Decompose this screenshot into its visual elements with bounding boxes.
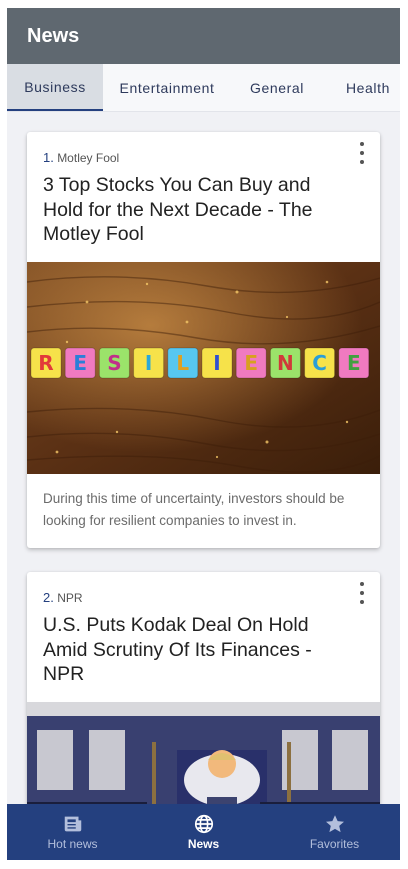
app-bar: News (7, 8, 400, 64)
letter-block: E (235, 347, 267, 378)
article-list: 1. Motley Fool 3 Top Stocks You Can Buy … (7, 112, 400, 804)
tab-label: Health (345, 79, 391, 96)
svg-text:I: I (213, 351, 220, 375)
resilience-blocks-image: RESILIENCE (27, 261, 380, 474)
tab-health[interactable]: Health (323, 64, 400, 111)
article-source: 2. NPR (43, 590, 340, 605)
article-title: U.S. Puts Kodak Deal On Hold Amid Scruti… (43, 614, 312, 685)
svg-text:E: E (73, 351, 87, 375)
white-house-briefing-image (27, 701, 380, 804)
app-frame: News Business Entertainment General Heal… (7, 8, 400, 860)
article-index: 1. (43, 150, 54, 165)
tab-general[interactable]: General (231, 64, 323, 111)
source-name: NPR (57, 591, 83, 605)
letter-block: E (64, 347, 96, 378)
svg-text:E: E (347, 351, 361, 375)
letter-block: E (338, 347, 370, 378)
more-vert-icon[interactable] (358, 142, 366, 164)
svg-text:E: E (244, 351, 258, 375)
letter-block: C (304, 347, 336, 378)
letter-block: I (133, 347, 165, 378)
svg-text:R: R (38, 351, 53, 375)
svg-text:I: I (145, 351, 152, 375)
newspaper-icon (64, 816, 81, 832)
letter-block: N (269, 347, 301, 378)
letter-block: L (167, 347, 199, 378)
nav-label: News (187, 837, 220, 851)
svg-text:L: L (176, 351, 189, 375)
nav-label: Favorites (309, 837, 360, 851)
tab-label: Entertainment (119, 79, 215, 96)
svg-text:S: S (107, 351, 121, 375)
tab-label: Business (24, 78, 86, 95)
nav-hot-news[interactable]: Hot news (7, 804, 138, 860)
svg-text:N: N (277, 351, 294, 375)
app-title: News (27, 24, 80, 47)
nav-favorites[interactable]: Favorites (269, 804, 400, 860)
star-icon (325, 815, 344, 833)
article-card[interactable]: 1. Motley Fool 3 Top Stocks You Can Buy … (27, 132, 380, 548)
tab-business[interactable]: Business (7, 64, 103, 111)
tab-label: General (249, 79, 304, 96)
bottom-navigation: Hot news News Favorites (7, 804, 400, 860)
article-index: 2. (43, 590, 54, 605)
more-vert-icon[interactable] (358, 582, 366, 604)
nav-label: Hot news (47, 837, 98, 851)
letter-block: R (30, 347, 62, 378)
category-tabs: Business Entertainment General Health (7, 64, 400, 112)
nav-news[interactable]: News (138, 804, 269, 860)
article-header: 2. NPR U.S. Puts Kodak Deal On Hold Amid… (27, 572, 380, 687)
svg-text:C: C (312, 351, 327, 375)
article-header: 1. Motley Fool 3 Top Stocks You Can Buy … (27, 132, 380, 247)
globe-icon (194, 814, 213, 834)
letter-block: S (98, 347, 130, 378)
article-description: During this time of uncertainty, investo… (43, 490, 345, 528)
letter-block: I (201, 347, 233, 378)
tab-entertainment[interactable]: Entertainment (103, 64, 231, 111)
source-name: Motley Fool (57, 151, 120, 165)
article-source: 1. Motley Fool (43, 150, 340, 165)
article-card[interactable]: 2. NPR U.S. Puts Kodak Deal On Hold Amid… (27, 572, 380, 804)
article-title: 3 Top Stocks You Can Buy and Hold for th… (43, 174, 313, 245)
